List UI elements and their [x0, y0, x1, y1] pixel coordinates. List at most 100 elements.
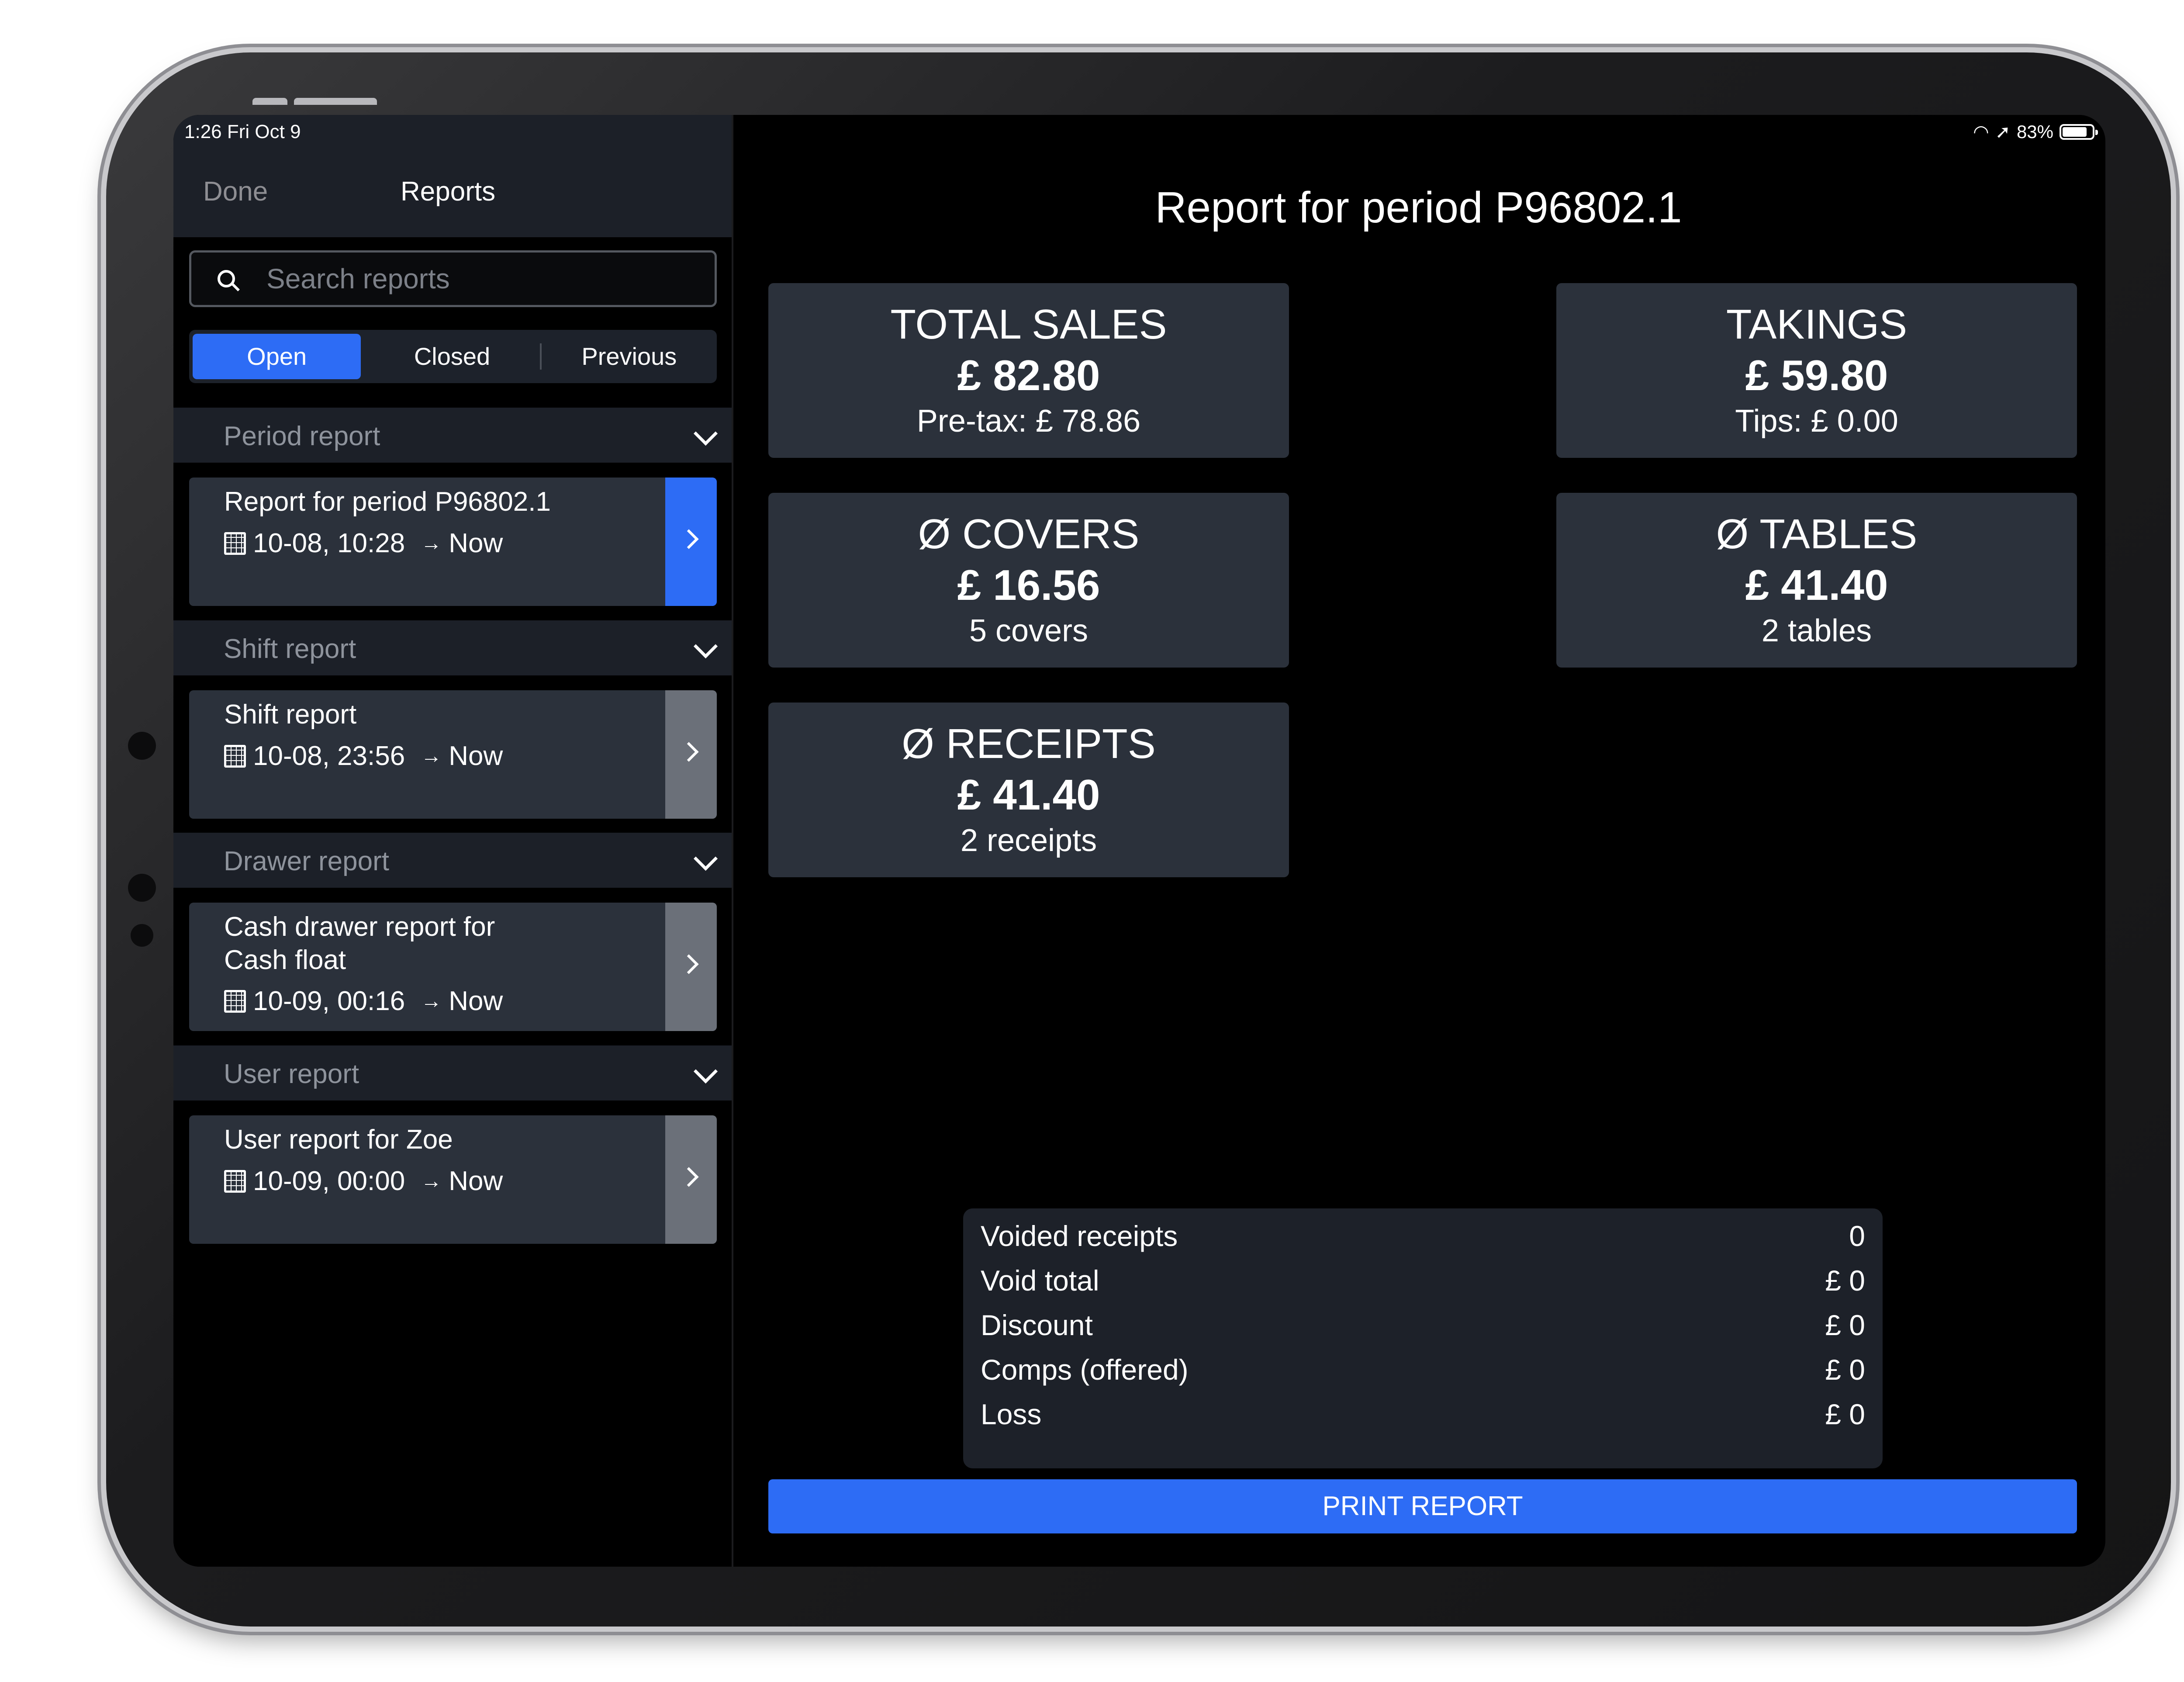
card-date-range: 10-09, 00:00 → Now — [224, 1166, 503, 1197]
end-date: Now — [449, 528, 503, 558]
battery-icon — [2060, 124, 2098, 140]
tile-sub: 2 receipts — [960, 823, 1097, 858]
tile-total-sales: TOTAL SALES £ 82.80 Pre-tax: £ 78.86 — [768, 283, 1289, 458]
card-title: Shift report — [224, 699, 357, 730]
card-title: Report for period P96802.1 — [224, 487, 551, 517]
section-header-drawer[interactable]: Drawer report — [173, 833, 732, 888]
search-input[interactable] — [266, 262, 660, 295]
summary-label: Discount — [981, 1309, 1093, 1341]
start-date: 10-08, 10:28 — [253, 528, 405, 558]
segment-closed[interactable]: Closed — [368, 334, 536, 379]
tile-label: TOTAL SALES — [890, 301, 1167, 348]
search-icon — [218, 270, 235, 287]
calendar-icon — [224, 990, 246, 1013]
summary-row: Void total £ 0 — [981, 1264, 1865, 1303]
tile-label: TAKINGS — [1726, 301, 1908, 348]
section-label: Period report — [224, 421, 380, 451]
status-time: 1:26 Fri Oct 9 — [184, 121, 301, 142]
summary-label: Loss — [981, 1398, 1042, 1430]
tile-sub: 5 covers — [969, 613, 1089, 648]
sidebar-title: Reports — [401, 177, 496, 207]
screen: 1:26 Fri Oct 9 Done Reports Open Closed … — [173, 115, 2105, 1567]
summary-row: Loss £ 0 — [981, 1398, 1865, 1437]
tile-value: £ 59.80 — [1745, 351, 1888, 399]
section-header-period[interactable]: Period report — [173, 408, 732, 463]
segmented-control: Open Closed Previous — [189, 330, 717, 383]
top-button — [294, 98, 377, 105]
tile-sub: Pre-tax: £ 78.86 — [916, 404, 1141, 439]
report-card-drawer[interactable]: Cash drawer report for Cash float 10-09,… — [189, 903, 717, 1031]
tile-covers: Ø COVERS £ 16.56 5 covers — [768, 493, 1289, 668]
search-field[interactable] — [189, 250, 717, 307]
card-title: User report for Zoe — [224, 1125, 453, 1155]
open-report-chevron-icon[interactable] — [665, 1115, 717, 1244]
page-title: Report for period P96802.1 — [1155, 183, 1682, 232]
card-date-range: 10-09, 00:16 → Now — [224, 986, 503, 1017]
report-card-shift[interactable]: Shift report 10-08, 23:56 → Now — [189, 690, 717, 819]
chevron-down-icon — [693, 1059, 718, 1084]
section-header-shift[interactable]: Shift report — [173, 620, 732, 675]
tile-value: £ 16.56 — [957, 561, 1100, 609]
wifi-icon: ◠ — [1973, 121, 1989, 142]
report-card-period[interactable]: Report for period P96802.1 10-08, 10:28 … — [189, 478, 717, 606]
arrow-right-icon: → — [421, 532, 442, 555]
reports-sidebar: 1:26 Fri Oct 9 Done Reports Open Closed … — [173, 115, 733, 1567]
report-card-user[interactable]: User report for Zoe 10-09, 00:00 → Now — [189, 1115, 717, 1244]
location-icon: ➚ — [1995, 121, 2011, 142]
tile-tables: Ø TABLES £ 41.40 2 tables — [1556, 493, 2077, 668]
summary-value: £ 0 — [1825, 1398, 1865, 1430]
chevron-down-icon — [693, 421, 718, 446]
camera-lens — [131, 924, 153, 947]
open-report-chevron-icon[interactable] — [665, 903, 717, 1031]
status-indicators: ◠ ➚ 83% — [1973, 121, 2098, 142]
section-header-user[interactable]: User report — [173, 1045, 732, 1101]
summary-label: Comps (offered) — [981, 1353, 1189, 1386]
card-title: Cash drawer report for Cash float — [224, 912, 495, 975]
summary-table: Voided receipts 0 Void total £ 0 Discoun… — [963, 1208, 1883, 1468]
tile-value: £ 82.80 — [957, 351, 1100, 399]
tile-value: £ 41.40 — [1745, 561, 1888, 609]
summary-value: 0 — [1849, 1220, 1865, 1252]
tile-sub: Tips: £ 0.00 — [1735, 404, 1898, 439]
tile-receipts: Ø RECEIPTS £ 41.40 2 receipts — [768, 703, 1289, 877]
done-button[interactable]: Done — [203, 176, 268, 207]
calendar-icon — [224, 1170, 246, 1193]
end-date: Now — [449, 986, 503, 1016]
summary-value: £ 0 — [1825, 1309, 1865, 1341]
summary-row: Comps (offered) £ 0 — [981, 1353, 1865, 1392]
end-date: Now — [449, 741, 503, 771]
tile-takings: TAKINGS £ 59.80 Tips: £ 0.00 — [1556, 283, 2077, 458]
card-date-range: 10-08, 23:56 → Now — [224, 741, 503, 772]
top-button — [252, 98, 287, 105]
battery-fill — [2063, 127, 2087, 137]
summary-row: Voided receipts 0 — [981, 1219, 1865, 1259]
summary-label: Void total — [981, 1264, 1099, 1297]
summary-value: £ 0 — [1825, 1264, 1865, 1297]
start-date: 10-09, 00:00 — [253, 1166, 405, 1196]
tile-sub: 2 tables — [1761, 613, 1872, 648]
summary-value: £ 0 — [1825, 1353, 1865, 1386]
chevron-down-icon — [693, 634, 718, 659]
section-label: Shift report — [224, 634, 356, 664]
arrow-right-icon: → — [421, 744, 442, 768]
print-report-button[interactable]: PRINT REPORT — [768, 1479, 2077, 1533]
arrow-right-icon: → — [421, 990, 442, 1013]
open-report-chevron-icon[interactable] — [665, 690, 717, 819]
arrow-right-icon: → — [421, 1170, 442, 1193]
camera — [128, 732, 156, 760]
section-label: User report — [224, 1059, 359, 1089]
end-date: Now — [449, 1166, 503, 1196]
segment-open[interactable]: Open — [193, 334, 361, 379]
battery-percent: 83% — [2016, 121, 2053, 142]
open-report-chevron-icon[interactable] — [665, 478, 717, 606]
start-date: 10-09, 00:16 — [253, 986, 405, 1016]
chevron-down-icon — [693, 846, 718, 871]
tile-label: Ø RECEIPTS — [902, 720, 1156, 767]
card-date-range: 10-08, 10:28 → Now — [224, 528, 503, 559]
sidebar-header: 1:26 Fri Oct 9 Done Reports — [173, 115, 732, 237]
summary-label: Voided receipts — [981, 1220, 1178, 1252]
calendar-icon — [224, 744, 246, 768]
segment-previous[interactable]: Previous — [545, 334, 713, 379]
tile-label: Ø TABLES — [1716, 511, 1918, 557]
segment-divider — [539, 343, 542, 370]
